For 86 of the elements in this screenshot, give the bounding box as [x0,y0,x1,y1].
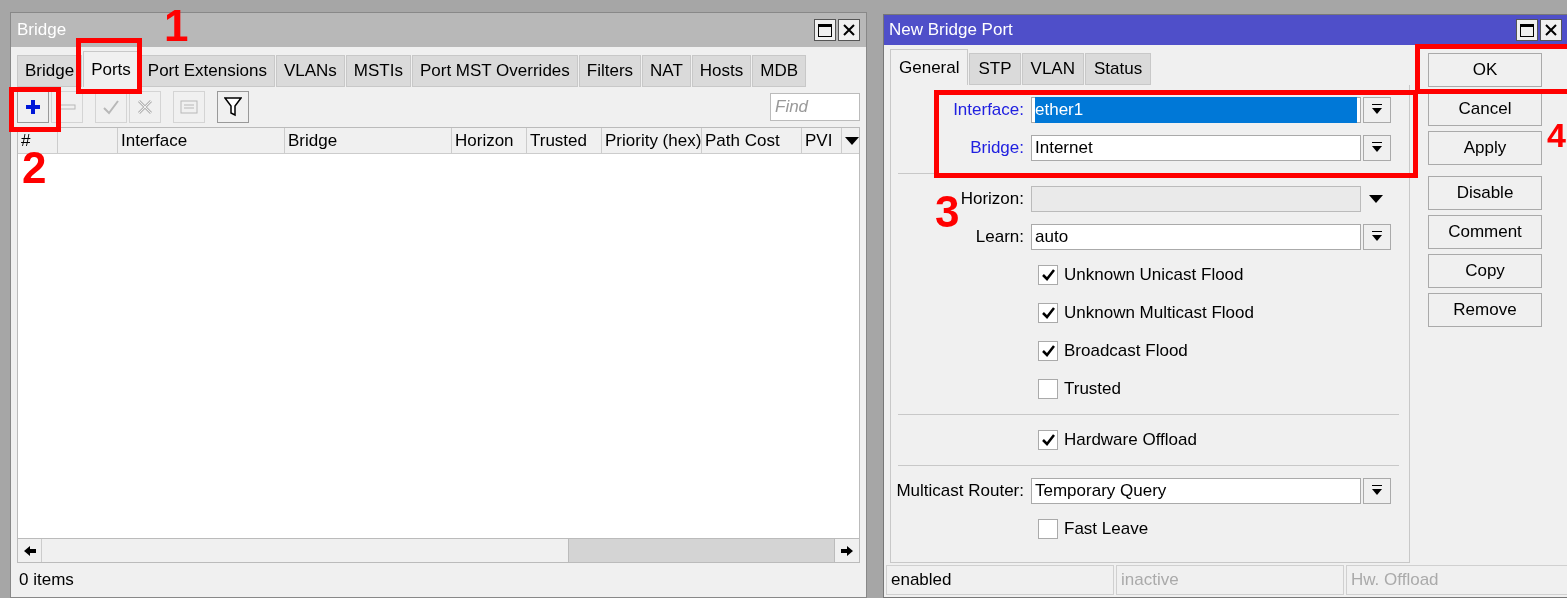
field-label: Horizon: [960,189,1024,209]
check-icon [102,99,120,115]
checkbox-label: Fast Leave [1064,518,1149,541]
column-header[interactable]: Path Cost [702,128,802,153]
checkbox[interactable] [1038,265,1058,285]
tab[interactable]: Status [1084,53,1152,85]
arrow-down-icon [1371,142,1383,154]
column-header[interactable]: Trusted [527,128,602,153]
tab[interactable]: NAT [642,55,691,87]
dropdown-button[interactable] [1363,478,1391,504]
select-field[interactable]: Internet [1031,135,1361,161]
checkbox[interactable] [1038,303,1058,323]
highlight-frame [9,87,61,132]
arrow-down-icon [1371,485,1383,497]
combo-field[interactable] [1031,186,1361,212]
tab[interactable]: MSTIs [345,55,411,87]
tab[interactable]: VLANs [275,55,345,87]
window-title: Bridge [17,19,67,42]
dropdown-button[interactable] [1363,97,1391,123]
tab[interactable]: Hosts [691,55,752,87]
column-header[interactable]: Interface [118,128,285,153]
checkbox-label: Broadcast Flood [1064,340,1188,363]
field-label: Learn: [975,227,1024,247]
dropdown-button[interactable] [1363,135,1391,161]
status-text: 0 items [19,569,74,592]
dialog-button[interactable]: Copy [1428,254,1542,288]
scrollbar-thumb[interactable] [568,539,835,562]
tab[interactable]: General [890,49,969,85]
dialog-button[interactable]: Apply [1428,131,1542,165]
select-field[interactable]: auto [1031,224,1361,250]
caret-icon[interactable] [1369,195,1383,203]
tab[interactable]: VLAN [1021,53,1084,85]
maximize-icon[interactable] [1516,19,1538,41]
step-number: 3 [935,190,960,234]
status-field: enabled [886,565,1114,595]
tab[interactable]: Filters [578,55,642,87]
checkbox[interactable] [1038,430,1058,450]
arrow-down-icon [1371,231,1383,243]
toolbar-button[interactable] [17,91,49,123]
column-header[interactable]: Priority (hex) [602,128,702,153]
field-label: Interface: [953,100,1024,120]
status-field: inactive [1116,565,1344,595]
status-field: Hw. Offload [1346,565,1567,595]
cross-icon [137,99,153,115]
select-field[interactable]: Temporary Query [1031,478,1361,504]
checkbox-label: Trusted [1064,378,1121,401]
note-icon [180,100,198,114]
tab[interactable]: MDB [752,55,807,87]
dialog-button[interactable]: Disable [1428,176,1542,210]
arrow-down-icon [1371,104,1383,116]
tab[interactable]: Port Extensions [139,55,275,87]
step-number: 1 [164,4,189,48]
column-header[interactable]: Horizon [452,128,527,153]
checkbox-label: Unknown Multicast Flood [1064,302,1254,325]
checkbox[interactable] [1038,519,1058,539]
toolbar-button[interactable] [217,91,249,123]
tab[interactable]: Ports [83,51,139,87]
column-header[interactable]: # [18,128,58,153]
close-icon[interactable] [1540,19,1562,41]
filter-icon [224,97,242,117]
column-header[interactable]: Bridge [285,128,452,153]
dialog-button[interactable]: Comment [1428,215,1542,249]
checkbox-label: Unknown Unicast Flood [1064,264,1244,287]
highlight-frame [76,38,142,94]
dropdown-button[interactable] [1363,224,1391,250]
dialog-button[interactable]: OK [1428,53,1542,87]
tab[interactable]: Bridge [17,55,83,87]
field-label: Multicast Router: [896,481,1024,501]
minus-icon [58,104,76,110]
column-header[interactable]: PVI [802,128,842,153]
field-label: Bridge: [970,138,1024,158]
close-icon[interactable] [838,19,860,41]
maximize-icon[interactable] [814,19,836,41]
dialog-button[interactable]: Remove [1428,293,1542,327]
find-field[interactable]: Find [770,93,860,121]
checkbox[interactable] [1038,379,1058,399]
select-field[interactable]: ether1 [1031,97,1361,123]
tab[interactable]: STP [969,53,1021,85]
plus-icon [24,98,42,116]
step-number: 4 [1547,118,1566,152]
dialog-button[interactable]: Cancel [1428,92,1542,126]
checkbox-label: Hardware Offload [1064,429,1197,452]
window-title: New Bridge Port [889,19,1013,42]
checkbox[interactable] [1038,341,1058,361]
tab[interactable]: Port MST Overrides [411,55,578,87]
caret-icon[interactable] [845,136,859,145]
